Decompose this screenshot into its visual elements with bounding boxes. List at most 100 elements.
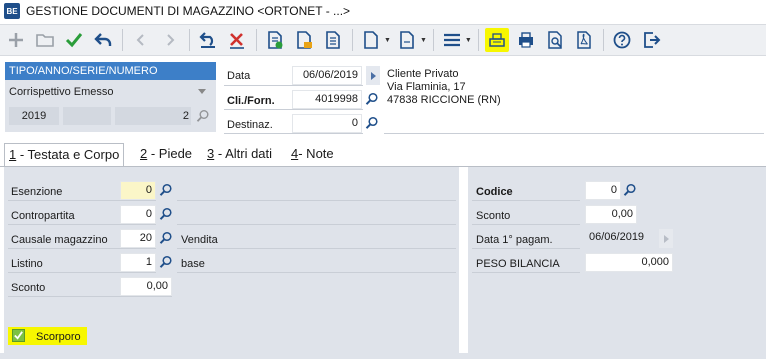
divider (177, 200, 456, 201)
search-icon[interactable] (158, 206, 174, 222)
delete-icon[interactable] (225, 28, 249, 52)
divider (8, 248, 156, 249)
scorporo-label: Scorporo (36, 331, 81, 343)
date-picker-button[interactable] (366, 66, 380, 85)
divider (472, 272, 580, 273)
causale-label: Causale magazzino (11, 234, 108, 246)
year-series-number-row: 2019 2 (5, 104, 216, 128)
tab-note[interactable]: 4- Note (291, 143, 334, 167)
toolbar-separator (256, 29, 257, 51)
causale-description: Vendita (181, 234, 218, 246)
undo-icon[interactable] (91, 28, 115, 52)
divider (8, 272, 156, 273)
divider (177, 272, 456, 273)
sconto-field[interactable]: 0,00 (120, 277, 172, 296)
peso-bilancia-field[interactable]: 0,000 (585, 253, 673, 272)
sconto-right-label: Sconto (476, 210, 511, 222)
cash-register-icon[interactable] (484, 28, 509, 52)
search-icon[interactable] (622, 182, 638, 198)
sconto-label: Sconto (11, 282, 46, 294)
divider (472, 224, 580, 225)
divider (224, 133, 363, 134)
series-field[interactable] (63, 107, 111, 125)
search-icon[interactable] (364, 91, 380, 107)
tab-altri-dati[interactable]: 3 - Altri dati (207, 143, 272, 167)
toolbar-separator (432, 29, 434, 51)
destination-field[interactable]: 0 (292, 114, 362, 133)
chevron-down-icon[interactable]: ▼ (384, 37, 391, 44)
check-icon[interactable] (62, 28, 86, 52)
causale-field[interactable]: 20 (120, 229, 156, 248)
toolbar-separator (477, 29, 479, 51)
search-icon[interactable] (158, 230, 174, 246)
data-pagam-label: Data 1° pagam. (476, 234, 553, 246)
document-id-panel-title: TIPO/ANNO/SERIE/NUMERO (5, 62, 216, 80)
customer-city: 47838 RICCIONE (RN) (387, 94, 501, 106)
document-list-icon[interactable] (321, 28, 345, 52)
divider (224, 109, 363, 110)
listino-field[interactable]: 1 (120, 253, 156, 272)
next-icon[interactable] (158, 28, 182, 52)
divider (8, 296, 172, 297)
tab-testata-corpo[interactable]: 1 - Testata e Corpo (4, 143, 125, 167)
codice-field[interactable]: 0 (585, 181, 621, 200)
window-title: GESTIONE DOCUMENTI DI MAGAZZINO <ORTONET… (26, 4, 351, 18)
help-icon[interactable] (610, 28, 634, 52)
left-form-panel (4, 167, 459, 353)
toolbar-separator (602, 29, 604, 51)
toolbar-separator (122, 29, 123, 51)
customer-street: Via Flaminia, 17 (387, 81, 466, 93)
chevron-down-icon[interactable] (198, 89, 206, 94)
revert-icon[interactable] (196, 28, 220, 52)
customer-code-field[interactable]: 4019998 (292, 90, 362, 109)
toolbar-separator (352, 29, 353, 51)
tab-piede[interactable]: 2 - Piede (140, 143, 192, 167)
divider (472, 200, 580, 201)
search-icon[interactable] (158, 254, 174, 270)
contropartita-field[interactable]: 0 (120, 205, 156, 224)
codice-label: Codice (476, 186, 513, 198)
chevron-down-icon[interactable]: ▼ (420, 37, 427, 44)
title-bar: BE GESTIONE DOCUMENTI DI MAGAZZINO <ORTO… (0, 0, 766, 22)
document-dropdown-icon[interactable] (395, 28, 419, 52)
prev-icon[interactable] (129, 28, 153, 52)
divider (8, 224, 156, 225)
divider (224, 85, 363, 86)
data-pagam-field: 06/06/2019 (585, 229, 659, 248)
exit-icon[interactable] (639, 28, 663, 52)
toolbar: ▼ ▼ ▼ (0, 24, 766, 56)
doc-type-value: Corrispettivo Emesso (9, 86, 114, 98)
plus-icon[interactable] (4, 28, 28, 52)
scorporo-checkbox[interactable] (12, 329, 25, 342)
document-id-panel: TIPO/ANNO/SERIE/NUMERO Corrispettivo Eme… (5, 62, 216, 132)
search-icon[interactable] (364, 115, 380, 131)
customer-label: Cli./Forn. (227, 95, 275, 107)
tab-bar: 1 - Testata e Corpo 2 - Piede 3 - Altri … (0, 143, 766, 167)
print-preview-icon[interactable] (543, 28, 567, 52)
year-field[interactable]: 2019 (9, 107, 59, 125)
doc-type-select[interactable]: Corrispettivo Emesso (5, 80, 216, 104)
app-logo: BE (4, 3, 20, 19)
document-money-icon[interactable] (263, 28, 287, 52)
sconto-right-field[interactable]: 0,00 (585, 205, 637, 224)
divider (177, 224, 456, 225)
new-document-dropdown-icon[interactable] (359, 28, 383, 52)
data-pagam-button[interactable] (659, 229, 673, 248)
print-icon[interactable] (514, 28, 538, 52)
chevron-down-icon[interactable]: ▼ (465, 37, 472, 44)
document-folder-icon[interactable] (292, 28, 316, 52)
search-icon[interactable] (195, 108, 211, 124)
customer-name: Cliente Privato (387, 68, 459, 80)
customer-address-block: Cliente Privato Via Flaminia, 17 47838 R… (387, 68, 501, 107)
date-field[interactable]: 06/06/2019 (292, 66, 362, 85)
pdf-icon[interactable] (572, 28, 596, 52)
divider (384, 133, 764, 134)
search-icon[interactable] (158, 182, 174, 198)
menu-icon[interactable] (440, 28, 464, 52)
listino-description: base (181, 258, 205, 270)
folder-icon[interactable] (33, 28, 57, 52)
number-field[interactable]: 2 (115, 107, 191, 125)
bottom-strip (0, 353, 766, 359)
divider (8, 200, 156, 201)
esenzione-field[interactable]: 0 (120, 181, 156, 200)
